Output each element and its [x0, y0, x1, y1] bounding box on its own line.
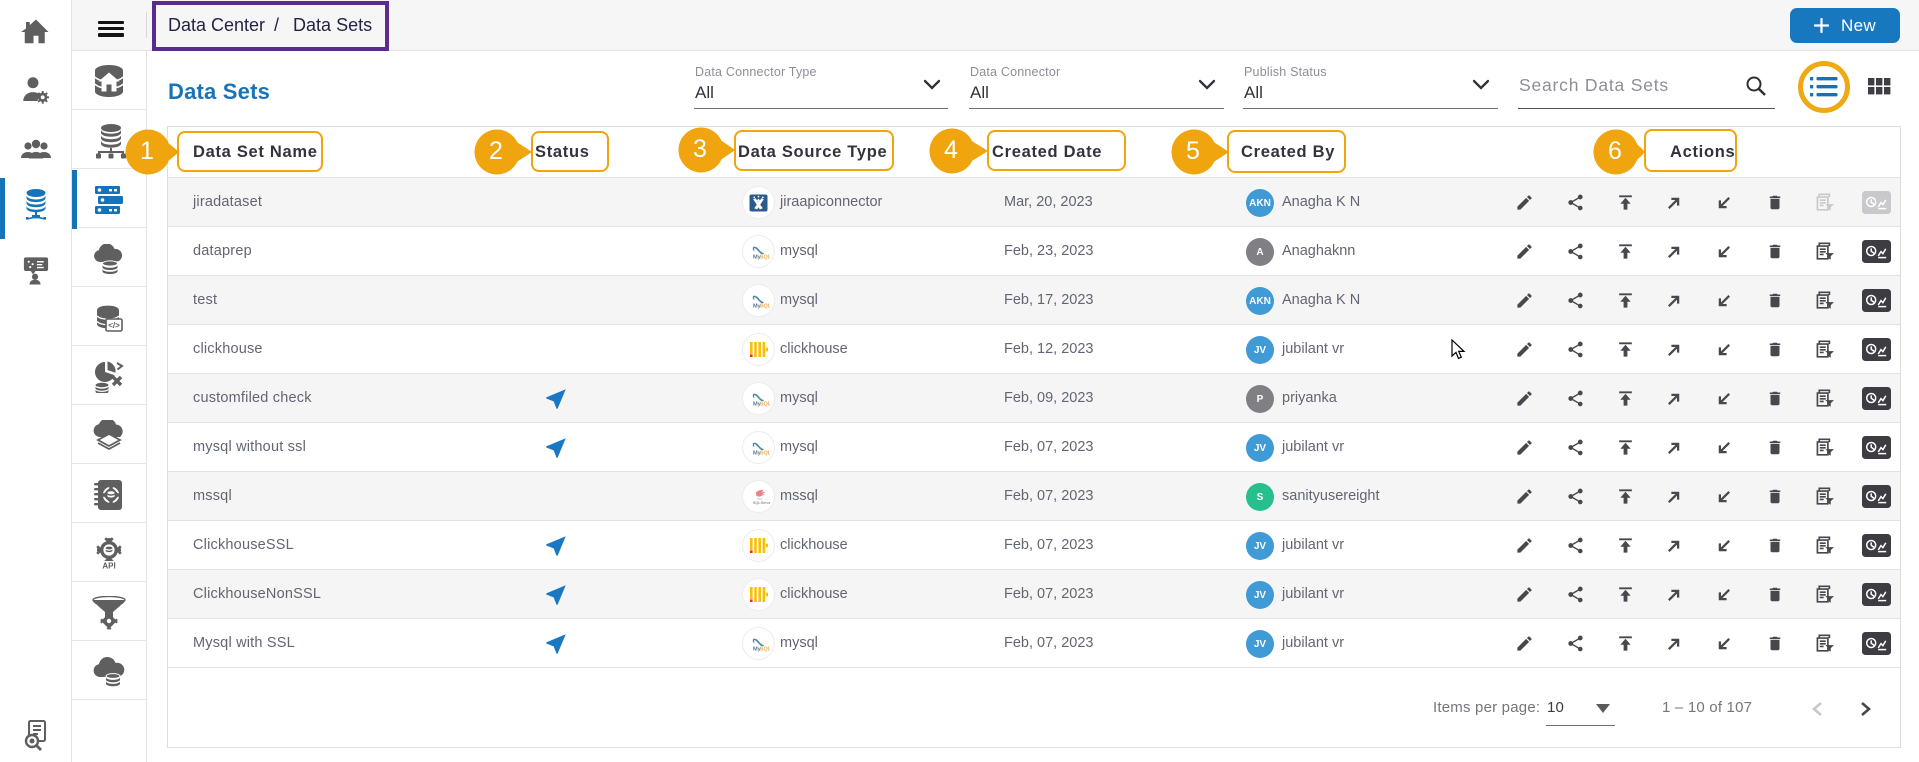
svg-text:SQL: SQL — [759, 303, 769, 309]
svg-text:API: API — [102, 562, 115, 571]
svg-text:</>: </> — [108, 321, 120, 330]
svg-text:SQL: SQL — [759, 254, 769, 260]
svg-text:SQL: SQL — [759, 450, 769, 456]
svg-text:SQL: SQL — [759, 401, 769, 407]
svg-text:SQLServer: SQLServer — [752, 499, 769, 504]
svg-text:SQL: SQL — [759, 646, 769, 652]
